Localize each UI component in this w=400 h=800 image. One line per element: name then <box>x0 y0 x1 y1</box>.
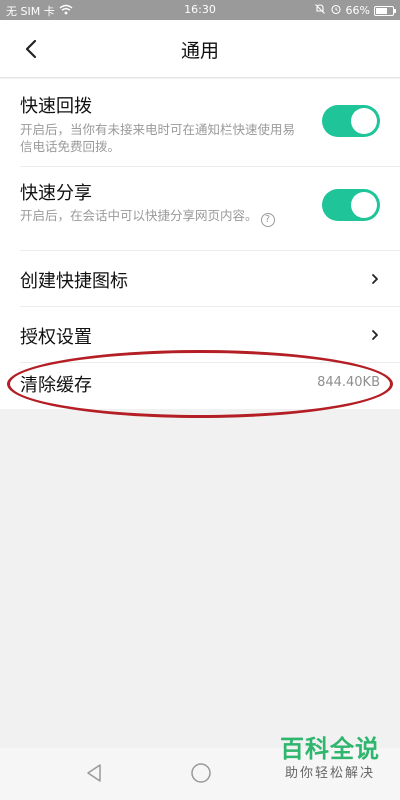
setting-description: 开启后，当你有未接来电时可在通知栏快速使用易信电话免费回拨。 <box>20 122 296 154</box>
status-bar: 无 SIM 卡 16:30 66% <box>0 0 400 20</box>
header: 通用 <box>0 20 400 78</box>
chevron-right-icon <box>372 330 378 340</box>
nav-home-icon[interactable] <box>190 762 212 784</box>
battery-percent: 66% <box>345 4 370 17</box>
setting-clear-cache[interactable]: 清除缓存 844.40KB <box>20 363 400 409</box>
setting-description-text: 开启后，在会话中可以快捷分享网页内容。 <box>20 208 258 223</box>
cache-size-value: 844.40KB <box>317 375 380 390</box>
toggle-knob <box>351 108 377 134</box>
watermark-sub: 助你轻松解决 <box>284 766 375 781</box>
battery-icon <box>374 5 396 16</box>
setting-quick-callback: 快速回拨 开启后，当你有未接来电时可在通知栏快速使用易信电话免费回拨。 <box>20 79 400 167</box>
setting-authorization[interactable]: 授权设置 <box>20 307 400 363</box>
alarm-icon <box>330 3 342 18</box>
setting-title: 快速分享 <box>20 183 92 204</box>
watermark-main: 百科全说 <box>280 735 380 763</box>
setting-description: 开启后，在会话中可以快捷分享网页内容。? <box>20 207 300 227</box>
watermark-logo: 百科全说 助你轻松解决 <box>268 734 392 794</box>
settings-list: 快速回拨 开启后，当你有未接来电时可在通知栏快速使用易信电话免费回拨。 快速分享… <box>0 79 400 409</box>
status-right: 66% <box>314 3 396 18</box>
setting-title: 授权设置 <box>20 327 92 348</box>
question-circle-icon[interactable]: ? <box>260 213 275 227</box>
battery-fill <box>376 7 387 14</box>
quick-callback-toggle[interactable] <box>322 105 380 137</box>
quick-share-toggle[interactable] <box>322 189 380 221</box>
mute-bell-icon <box>314 3 326 18</box>
chevron-right-icon <box>372 274 378 284</box>
setting-quick-share: 快速分享 开启后，在会话中可以快捷分享网页内容。? <box>20 167 400 251</box>
setting-create-shortcut[interactable]: 创建快捷图标 <box>20 251 400 307</box>
setting-title: 快速回拨 <box>20 96 92 117</box>
page-title: 通用 <box>180 40 219 62</box>
setting-title: 创建快捷图标 <box>20 271 128 292</box>
nav-back-icon[interactable] <box>84 762 106 784</box>
setting-title: 清除缓存 <box>20 375 92 396</box>
toggle-knob <box>351 192 377 218</box>
